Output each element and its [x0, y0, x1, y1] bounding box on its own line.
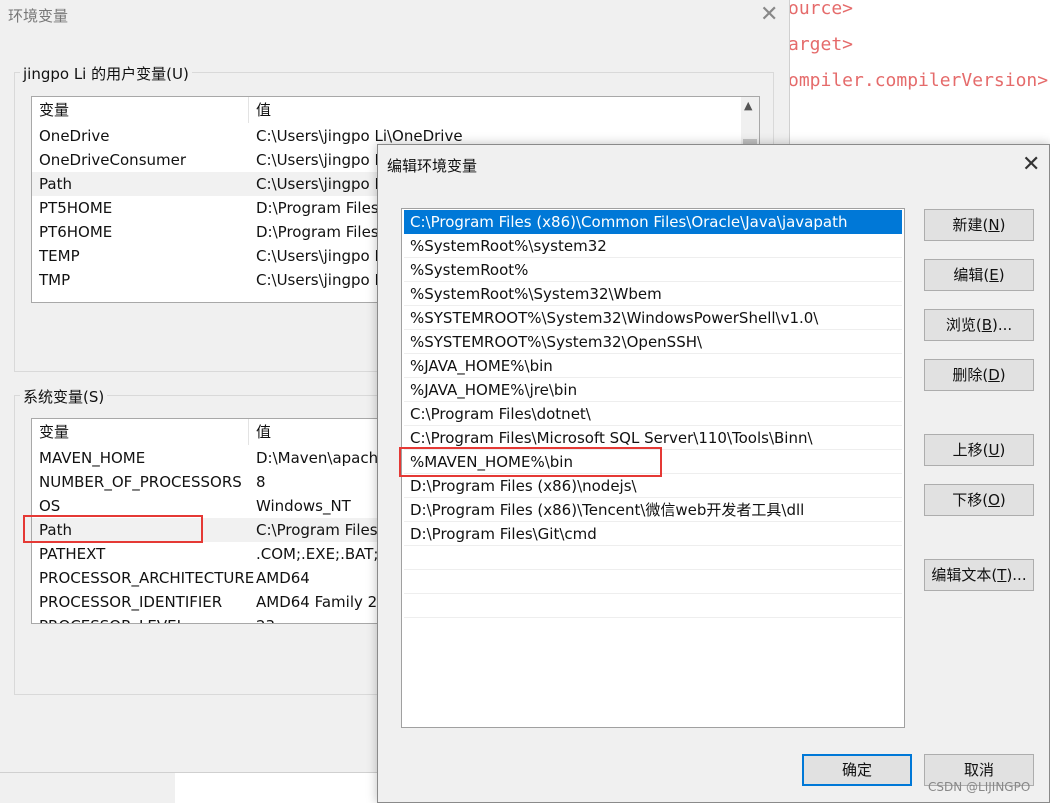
- list-item[interactable]: %SYSTEMROOT%\System32\WindowsPowerShell\…: [404, 306, 902, 330]
- list-item[interactable]: [404, 546, 902, 570]
- system-variables-title: 系统变量(S): [20, 386, 108, 407]
- column-header-variable[interactable]: 变量: [39, 419, 69, 445]
- highlight-box: [399, 447, 662, 477]
- browse-button[interactable]: 浏览(B)...: [924, 309, 1034, 341]
- background-panel: [0, 773, 175, 803]
- new-button[interactable]: 新建(N): [924, 209, 1034, 241]
- code-line: arget>: [788, 34, 854, 55]
- ok-button[interactable]: 确定: [802, 754, 912, 786]
- list-item[interactable]: %SYSTEMROOT%\System32\OpenSSH\: [404, 330, 902, 354]
- list-item[interactable]: [404, 594, 902, 618]
- user-variables-title: jingpo Li 的用户变量(U): [20, 63, 192, 84]
- list-item[interactable]: D:\Program Files (x86)\nodejs\: [404, 474, 902, 498]
- delete-button[interactable]: 删除(D): [924, 359, 1034, 391]
- code-line: ompiler.compilerVersion>: [788, 70, 1049, 91]
- dialog-title: 编辑环境变量: [387, 157, 478, 175]
- scroll-up-icon[interactable]: ▲: [744, 99, 752, 112]
- list-item[interactable]: %SystemRoot%\System32\Wbem: [404, 282, 902, 306]
- code-line: ource>: [788, 0, 854, 19]
- column-separator[interactable]: [248, 419, 249, 445]
- column-header-value[interactable]: 值: [256, 419, 271, 445]
- edit-text-button[interactable]: 编辑文本(T)...: [924, 559, 1034, 591]
- list-item[interactable]: [404, 570, 902, 594]
- column-separator[interactable]: [248, 97, 249, 123]
- list-item[interactable]: %SystemRoot%\system32: [404, 234, 902, 258]
- edit-environment-variable-dialog: 编辑环境变量 ✕ C:\Program Files (x86)\Common F…: [377, 144, 1050, 803]
- list-item[interactable]: D:\Program Files\Git\cmd: [404, 522, 902, 546]
- edit-button[interactable]: 编辑(E): [924, 259, 1034, 291]
- move-up-button[interactable]: 上移(U): [924, 434, 1034, 466]
- close-icon[interactable]: ✕: [760, 4, 778, 26]
- list-item[interactable]: C:\Program Files\dotnet\: [404, 402, 902, 426]
- list-item[interactable]: %JAVA_HOME%\bin: [404, 354, 902, 378]
- move-down-button[interactable]: 下移(O): [924, 484, 1034, 516]
- list-item[interactable]: C:\Program Files (x86)\Common Files\Orac…: [404, 210, 902, 234]
- column-header-value[interactable]: 值: [256, 97, 271, 123]
- list-item[interactable]: %JAVA_HOME%\jre\bin: [404, 378, 902, 402]
- column-header-variable[interactable]: 变量: [39, 97, 69, 123]
- close-icon[interactable]: ✕: [1022, 154, 1040, 176]
- dialog-title: 环境变量: [8, 7, 69, 25]
- watermark: CSDN @LIJINGPO: [928, 780, 1031, 794]
- highlight-box: [23, 515, 203, 543]
- list-item[interactable]: %SystemRoot%: [404, 258, 902, 282]
- list-item[interactable]: D:\Program Files (x86)\Tencent\微信web开发者工…: [404, 498, 902, 522]
